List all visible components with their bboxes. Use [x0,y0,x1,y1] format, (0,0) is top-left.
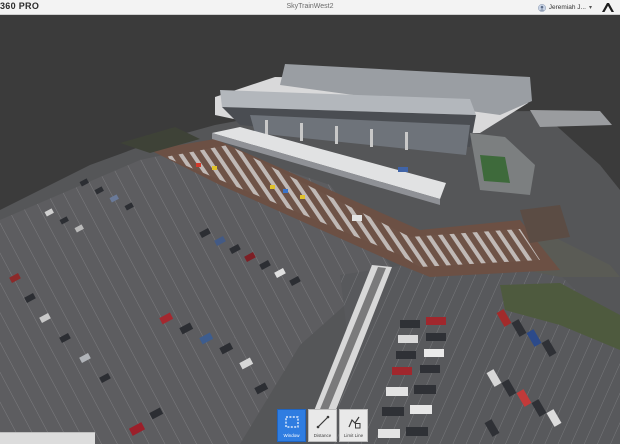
user-name: Jeremiah J... [548,4,586,11]
company-logo-icon [602,3,614,12]
distance-tool-button[interactable]: Distance [308,409,337,442]
limit-line-tool-button[interactable]: Limit Line [339,409,368,442]
chevron-down-icon[interactable]: ▾ [589,4,592,11]
window-select-icon [284,416,299,428]
user-menu[interactable]: Jeremiah J... ▾ [537,2,592,13]
bottom-panel-stub [0,432,95,444]
limit-line-icon [347,416,360,429]
window-tool-button[interactable]: Window [277,409,306,442]
user-avatar-icon [537,3,546,12]
limit-line-tool-label: Limit Line [343,433,364,438]
window-tool-label: Window [283,433,300,438]
3d-viewport[interactable] [0,15,620,444]
title-bar: 360 PRO SkyTrainWest2 Jeremiah J... ▾ [0,0,620,15]
measure-toolbar: Window Distance Limit Line [277,409,368,444]
point-cloud-render[interactable] [0,15,620,444]
distance-tool-label: Distance [313,433,332,438]
distance-measure-icon [316,415,329,429]
document-title: SkyTrainWest2 [286,3,334,10]
